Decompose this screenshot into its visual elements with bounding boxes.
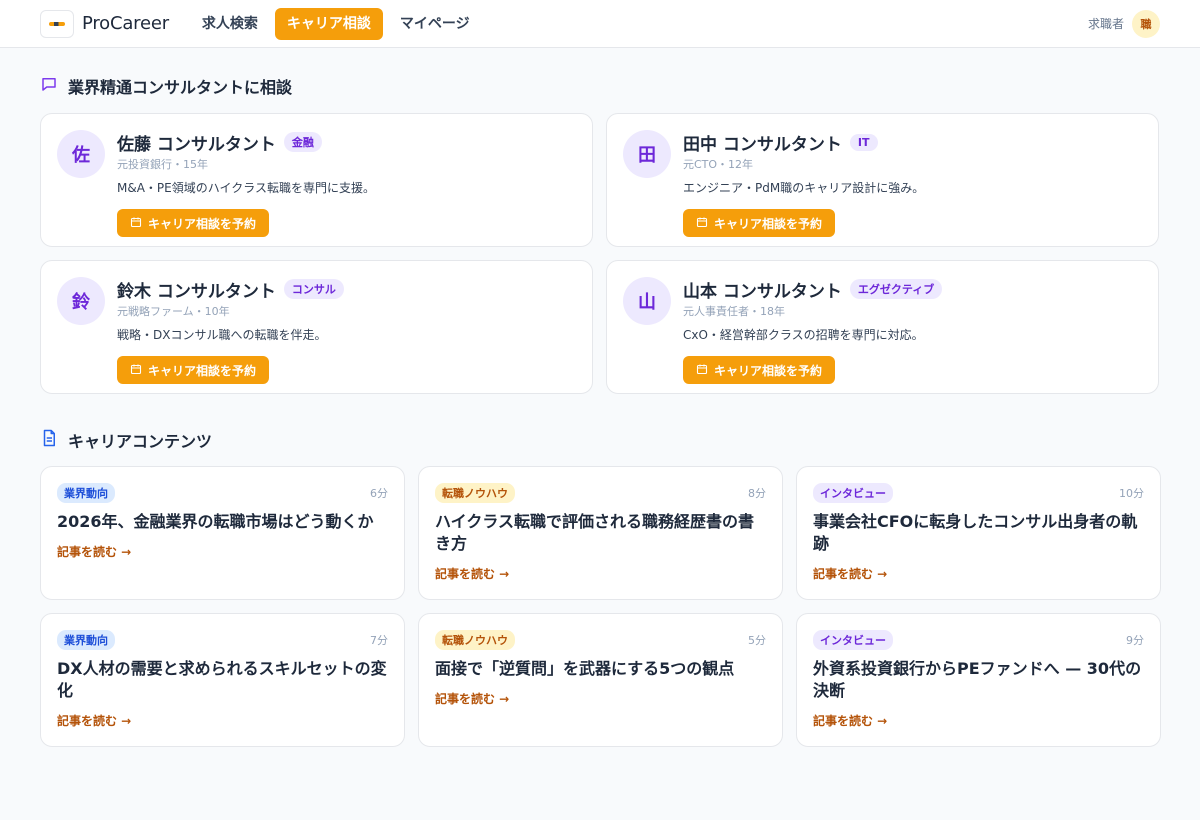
article-meta-row: 転職ノウハウ 5分 xyxy=(435,630,766,650)
read-time: 6分 xyxy=(370,487,388,500)
read-time: 5分 xyxy=(748,634,766,647)
read-article-link[interactable]: 記事を読む → xyxy=(57,543,131,560)
read-article-link[interactable]: 記事を読む → xyxy=(813,565,887,582)
consultant-card: 田 田中 コンサルタント IT 元CTO・12年 エンジニア・PdM職のキャリア… xyxy=(606,113,1159,247)
user-role: 求職者 xyxy=(1087,17,1124,31)
article-title[interactable]: 外資系投資銀行からPEファンドへ — 30代の決断 xyxy=(813,658,1144,702)
read-time: 7分 xyxy=(370,634,388,647)
user-area: 求職者 職 xyxy=(1087,9,1160,38)
consultant-avatar: 佐 xyxy=(57,130,105,178)
book-button-label: キャリア相談を予約 xyxy=(147,363,256,378)
consultant-name: 鈴木 コンサルタント xyxy=(117,281,276,302)
chat-bubble-icon xyxy=(40,75,58,97)
article-card[interactable]: 業界動向 7分 DX人材の需要と求められるスキルセットの変化 記事を読む → xyxy=(40,613,405,747)
article-card[interactable]: インタビュー 10分 事業会社CFOに転身したコンサル出身者の軌跡 記事を読む … xyxy=(796,466,1161,600)
calendar-icon xyxy=(696,363,708,378)
article-category-badge: 転職ノウハウ xyxy=(435,630,515,650)
industry-badge: 金融 xyxy=(283,132,322,152)
article-card[interactable]: 転職ノウハウ 8分 ハイクラス転職で評価される職務経歴書の書き方 記事を読む → xyxy=(418,466,783,600)
consultant-info: 山本 コンサルタント エグゼクティブ 元人事責任者・18年 CxO・経営幹部クラ… xyxy=(683,277,943,393)
calendar-icon xyxy=(696,216,708,231)
consult-section-header: 業界精通コンサルタントに相談 xyxy=(40,74,1160,98)
nav-job-search[interactable]: 求人検索 xyxy=(193,8,267,40)
consultant-card: 山 山本 コンサルタント エグゼクティブ 元人事責任者・18年 CxO・経営幹部… xyxy=(606,260,1159,394)
article-title[interactable]: ハイクラス転職で評価される職務経歴書の書き方 xyxy=(435,511,766,555)
consultant-info: 佐藤 コンサルタント 金融 元投資銀行・15年 M&A・PE領域のハイクラス転職… xyxy=(117,130,375,246)
brand-name[interactable]: ProCareer xyxy=(82,13,169,34)
article-category-badge: インタビュー xyxy=(813,630,893,650)
content-section-title: キャリアコンテンツ xyxy=(68,432,213,451)
consultant-name-row: 山本 コンサルタント エグゼクティブ xyxy=(683,277,943,302)
consult-section-title: 業界精通コンサルタントに相談 xyxy=(68,78,293,97)
consultant-card: 佐 佐藤 コンサルタント 金融 元投資銀行・15年 M&A・PE領域のハイクラス… xyxy=(40,113,593,247)
consultant-info: 田中 コンサルタント IT 元CTO・12年 エンジニア・PdM職のキャリア設計… xyxy=(683,130,924,246)
consultant-description: エンジニア・PdM職のキャリア設計に強み。 xyxy=(683,181,925,195)
consultant-grid: 佐 佐藤 コンサルタント 金融 元投資銀行・15年 M&A・PE領域のハイクラス… xyxy=(40,113,1160,394)
article-meta-row: 業界動向 7分 xyxy=(57,630,388,650)
article-card[interactable]: インタビュー 9分 外資系投資銀行からPEファンドへ — 30代の決断 記事を読… xyxy=(796,613,1161,747)
article-grid: 業界動向 6分 2026年、金融業界の転職市場はどう動くか 記事を読む → 転職… xyxy=(40,466,1161,747)
main-nav: 求人検索 キャリア相談 マイページ xyxy=(193,7,479,40)
consultant-description: CxO・経営幹部クラスの招聘を専門に対応。 xyxy=(683,328,924,342)
read-article-link[interactable]: 記事を読む → xyxy=(813,712,887,729)
article-card[interactable]: 業界動向 6分 2026年、金融業界の転職市場はどう動くか 記事を読む → xyxy=(40,466,405,600)
nav-mypage[interactable]: マイページ xyxy=(391,8,479,40)
article-category-badge: 業界動向 xyxy=(57,630,115,650)
book-consultation-button[interactable]: キャリア相談を予約 xyxy=(117,209,269,237)
article-title[interactable]: DX人材の需要と求められるスキルセットの変化 xyxy=(57,658,388,702)
industry-badge: コンサル xyxy=(283,279,344,299)
avatar[interactable]: 職 xyxy=(1132,9,1160,38)
industry-badge: IT xyxy=(849,133,878,151)
calendar-icon xyxy=(130,216,142,231)
consultant-card: 鈴 鈴木 コンサルタント コンサル 元戦略ファーム・10年 戦略・DXコンサル職… xyxy=(40,260,593,394)
consultant-name-row: 鈴木 コンサルタント コンサル xyxy=(117,277,344,302)
consultant-avatar: 田 xyxy=(623,130,671,178)
consultant-name: 山本 コンサルタント xyxy=(683,281,842,302)
consultant-name: 佐藤 コンサルタント xyxy=(117,134,276,155)
consultant-name-row: 佐藤 コンサルタント 金融 xyxy=(117,130,375,155)
industry-badge: エグゼクティブ xyxy=(849,279,943,299)
book-button-label: キャリア相談を予約 xyxy=(713,363,822,378)
consultant-description: M&A・PE領域のハイクラス転職を専門に支援。 xyxy=(117,181,376,195)
consultant-name: 田中 コンサルタント xyxy=(683,134,842,155)
consultant-avatar: 鈴 xyxy=(57,277,105,325)
consultant-background: 元戦略ファーム・10年 xyxy=(117,305,230,318)
content-section-header: キャリアコンテンツ xyxy=(40,428,1160,452)
book-button-label: キャリア相談を予約 xyxy=(147,216,256,231)
article-category-badge: 業界動向 xyxy=(57,483,115,503)
read-time: 8分 xyxy=(748,487,766,500)
article-category-badge: 転職ノウハウ xyxy=(435,483,515,503)
brand-logo-icon[interactable] xyxy=(40,9,74,38)
consultant-background: 元投資銀行・15年 xyxy=(117,158,208,171)
main-content: 業界精通コンサルタントに相談 佐 佐藤 コンサルタント 金融 元投資銀行・15年… xyxy=(0,74,1200,747)
book-consultation-button[interactable]: キャリア相談を予約 xyxy=(683,209,835,237)
article-card[interactable]: 転職ノウハウ 5分 面接で「逆質問」を武器にする5つの観点 記事を読む → xyxy=(418,613,783,747)
book-consultation-button[interactable]: キャリア相談を予約 xyxy=(683,356,835,384)
article-title[interactable]: 2026年、金融業界の転職市場はどう動くか xyxy=(57,511,388,533)
article-title[interactable]: 事業会社CFOに転身したコンサル出身者の軌跡 xyxy=(813,511,1144,555)
read-article-link[interactable]: 記事を読む → xyxy=(57,712,131,729)
consultant-description: 戦略・DXコンサル職への転職を伴走。 xyxy=(117,328,327,342)
consultant-info: 鈴木 コンサルタント コンサル 元戦略ファーム・10年 戦略・DXコンサル職への… xyxy=(117,277,344,393)
article-meta-row: 業界動向 6分 xyxy=(57,483,388,503)
book-button-label: キャリア相談を予約 xyxy=(713,216,822,231)
article-meta-row: インタビュー 10分 xyxy=(813,483,1144,503)
calendar-icon xyxy=(130,363,142,378)
document-icon xyxy=(40,429,58,451)
book-consultation-button[interactable]: キャリア相談を予約 xyxy=(117,356,269,384)
article-title[interactable]: 面接で「逆質問」を武器にする5つの観点 xyxy=(435,658,766,680)
read-time: 10分 xyxy=(1119,487,1144,500)
consultant-name-row: 田中 コンサルタント IT xyxy=(683,130,924,155)
top-header: ProCareer 求人検索 キャリア相談 マイページ 求職者 職 xyxy=(0,0,1200,48)
nav-career-consult[interactable]: キャリア相談 xyxy=(274,7,383,40)
read-time: 9分 xyxy=(1126,634,1144,647)
read-article-link[interactable]: 記事を読む → xyxy=(435,690,509,707)
article-meta-row: インタビュー 9分 xyxy=(813,630,1144,650)
consultant-avatar: 山 xyxy=(623,277,671,325)
read-article-link[interactable]: 記事を読む → xyxy=(435,565,509,582)
article-meta-row: 転職ノウハウ 8分 xyxy=(435,483,766,503)
article-category-badge: インタビュー xyxy=(813,483,893,503)
consultant-background: 元人事責任者・18年 xyxy=(683,305,785,318)
consultant-background: 元CTO・12年 xyxy=(683,158,754,171)
